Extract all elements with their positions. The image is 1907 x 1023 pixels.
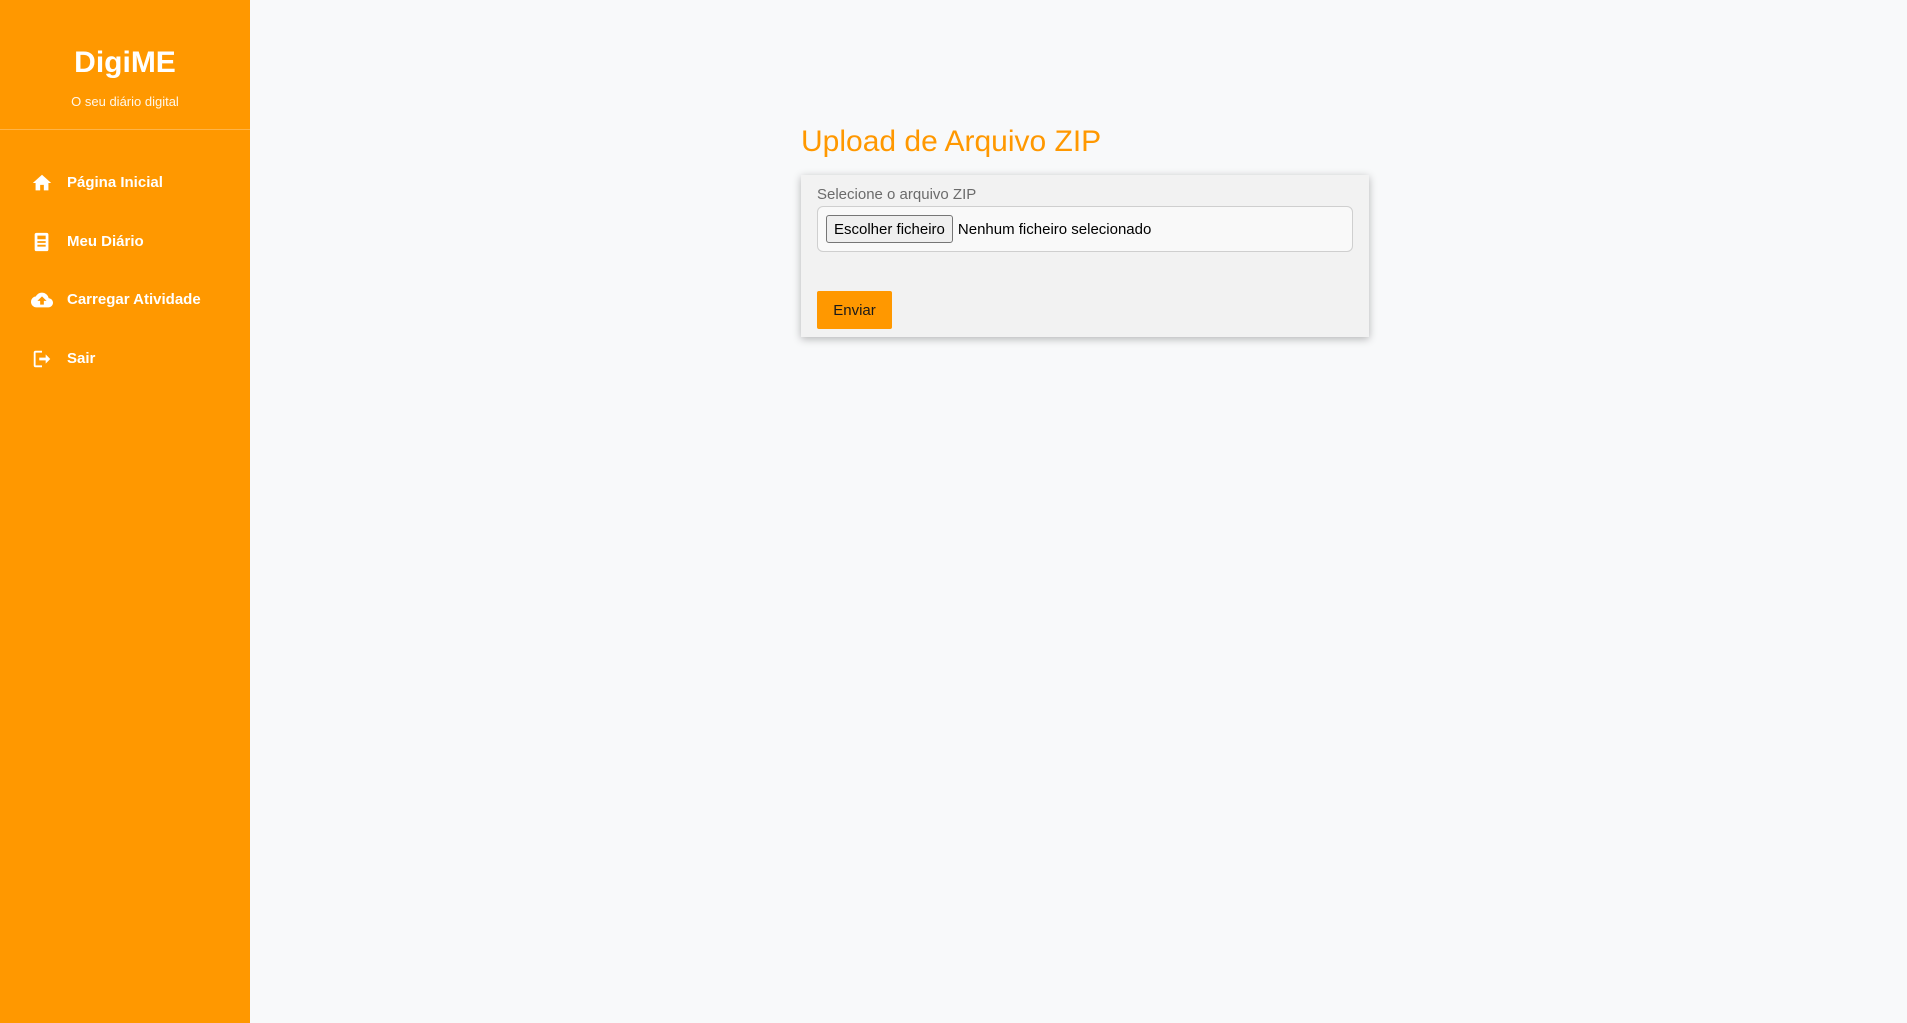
brand-subtitle: O seu diário digital bbox=[71, 94, 179, 109]
logout-icon bbox=[31, 348, 53, 370]
choose-file-button[interactable]: Escolher ficheiro bbox=[826, 215, 953, 243]
sidebar-item-upload-activity[interactable]: Carregar Atividade bbox=[0, 271, 250, 330]
sidebar: DigiME O seu diário digital Página Inici… bbox=[0, 0, 250, 1023]
home-icon bbox=[31, 172, 53, 194]
submit-button[interactable]: Enviar bbox=[817, 291, 892, 329]
book-icon bbox=[31, 231, 53, 253]
brand: DigiME O seu diário digital bbox=[0, 0, 250, 130]
sidebar-item-label: Sair bbox=[67, 349, 96, 367]
file-status-text: Nenhum ficheiro selecionado bbox=[957, 220, 1152, 238]
brand-title: DigiME bbox=[74, 46, 176, 79]
file-field-label: Selecione o arquivo ZIP bbox=[817, 186, 977, 203]
sidebar-item-label: Meu Diário bbox=[67, 232, 144, 250]
app-window: DigiME O seu diário digital Página Inici… bbox=[0, 0, 1907, 1023]
cloud-upload-icon bbox=[31, 289, 53, 311]
sidebar-item-home[interactable]: Página Inicial bbox=[0, 154, 250, 213]
sidebar-item-diary[interactable]: Meu Diário bbox=[0, 213, 250, 272]
upload-form: Selecione o arquivo ZIP Escolher ficheir… bbox=[801, 175, 1369, 337]
main-content: Upload de Arquivo ZIP Selecione o arquiv… bbox=[250, 0, 1907, 1023]
file-input[interactable]: Escolher ficheiro Nenhum ficheiro seleci… bbox=[817, 206, 1353, 252]
sidebar-item-label: Página Inicial bbox=[67, 174, 163, 192]
sidebar-item-logout[interactable]: Sair bbox=[0, 330, 250, 389]
sidebar-nav: Página Inicial Meu Diário Carregar Ativi… bbox=[0, 130, 250, 388]
page-title: Upload de Arquivo ZIP bbox=[801, 125, 1102, 158]
sidebar-item-label: Carregar Atividade bbox=[67, 291, 201, 309]
